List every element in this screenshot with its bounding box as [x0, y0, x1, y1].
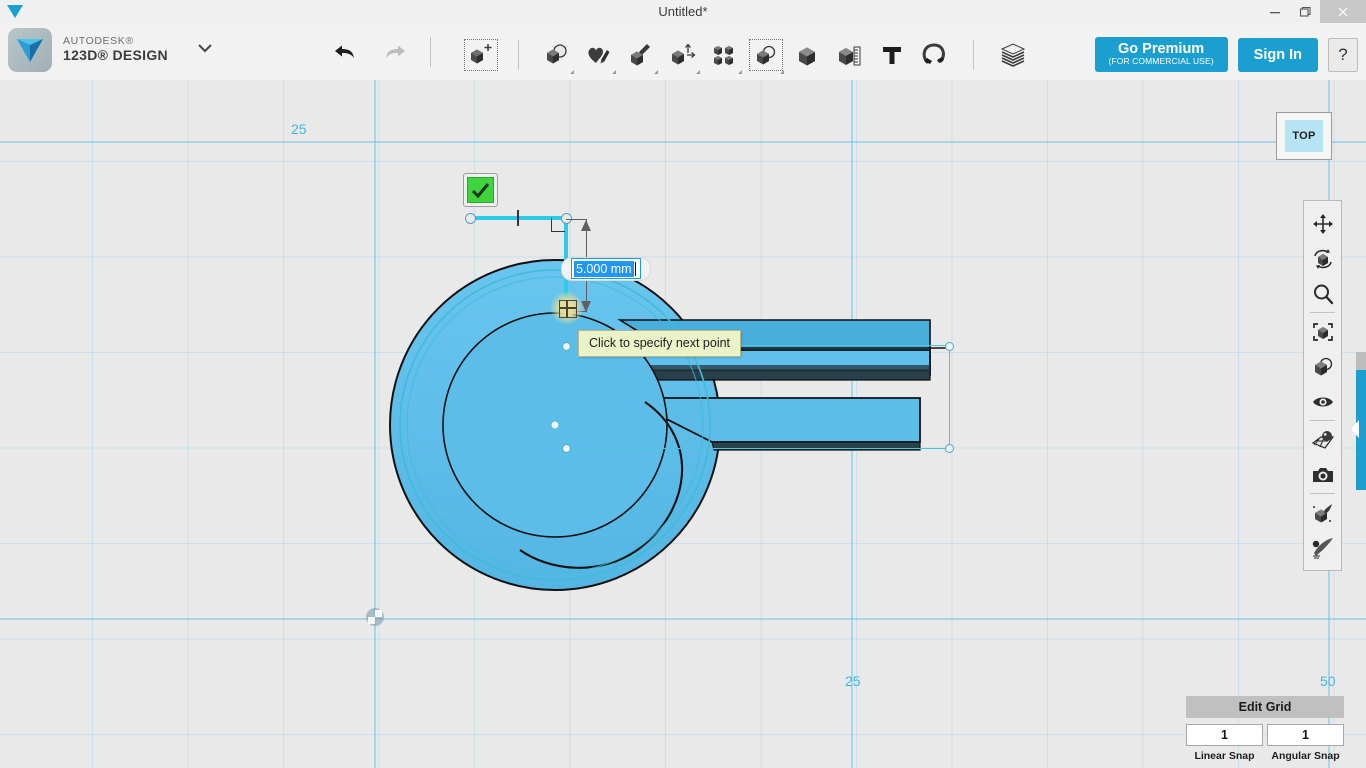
- transform-tool[interactable]: [460, 35, 502, 75]
- resize-handle[interactable]: [945, 342, 954, 351]
- toolbar-divider: [518, 40, 519, 70]
- axis-label: 50: [1320, 673, 1336, 689]
- chevron-down-icon: [612, 70, 616, 74]
- go-premium-sublabel: (FOR COMMERCIAL USE): [1109, 57, 1214, 66]
- sketch-tool[interactable]: [577, 35, 619, 75]
- angular-snap-label: Angular Snap: [1267, 750, 1344, 762]
- confirm-sketch-button[interactable]: [463, 173, 498, 207]
- measure-tool[interactable]: [829, 35, 871, 75]
- axis-label: 25: [845, 673, 861, 689]
- chevron-down-icon: [654, 70, 658, 74]
- maximize-button[interactable]: [1290, 0, 1320, 23]
- brand-area[interactable]: AUTODESK® 123D® DESIGN: [8, 28, 214, 72]
- edit-grid-title[interactable]: Edit Grid: [1186, 696, 1344, 718]
- app-toolbar: AUTODESK® 123D® DESIGN: [0, 23, 1366, 81]
- brand-text: AUTODESK® 123D® DESIGN: [63, 36, 168, 63]
- history-buttons: [330, 37, 431, 67]
- toolbar-divider: [430, 37, 431, 67]
- main-tool-group: [460, 35, 1034, 75]
- chevron-down-icon: [738, 70, 742, 74]
- viewport-canvas[interactable]: 25 25 50: [0, 80, 1366, 768]
- edit-grid-fields: 1 Linear Snap 1 Angular Snap: [1186, 724, 1344, 762]
- navigation-rail: [1303, 200, 1342, 571]
- grid-snap-icon: [559, 300, 577, 318]
- construct-tool[interactable]: [619, 35, 661, 75]
- account-buttons: Go Premium (FOR COMMERCIAL USE) Sign In …: [1095, 37, 1358, 72]
- autodesk-logo-icon: [8, 28, 52, 72]
- text-caret: [635, 262, 637, 276]
- linear-snap-input[interactable]: 1: [1186, 724, 1263, 746]
- tooltip: Click to specify next point: [578, 330, 741, 357]
- angular-snap-input[interactable]: 1: [1267, 724, 1344, 746]
- grouping-tool[interactable]: [745, 35, 787, 75]
- rail-divider: [1310, 312, 1335, 313]
- title-bar: Untitled*: [0, 0, 1366, 24]
- modify-tool[interactable]: [661, 35, 703, 75]
- panel-tab-cap: [1356, 352, 1366, 370]
- resize-handle[interactable]: [562, 444, 571, 453]
- dimension-input[interactable]: 5.000 mm: [571, 258, 641, 279]
- angular-snap-group: 1 Angular Snap: [1267, 724, 1344, 762]
- view-cube-label[interactable]: TOP: [1285, 120, 1323, 152]
- resize-handle[interactable]: [945, 444, 954, 453]
- four-way-arrow-icon[interactable]: [1306, 206, 1339, 241]
- sign-in-button[interactable]: Sign In: [1238, 38, 1318, 72]
- combine-tool[interactable]: [787, 35, 829, 75]
- chevron-down-icon[interactable]: [196, 41, 214, 59]
- rail-divider: [1310, 493, 1335, 494]
- selection-bounding-box[interactable]: [565, 345, 950, 449]
- go-premium-label: Go Premium: [1109, 42, 1214, 57]
- pattern-tool[interactable]: [703, 35, 745, 75]
- app-window: Untitled* AUTODESK® 123D® DESIGN: [0, 0, 1366, 768]
- check-icon: [467, 177, 494, 203]
- window-title: Untitled*: [0, 0, 1366, 23]
- dimension-value[interactable]: 5.000 mm: [574, 261, 634, 277]
- chevron-left-icon: [1351, 420, 1359, 438]
- resize-handle[interactable]: [562, 342, 571, 351]
- edit-grid-panel: Edit Grid 1 Linear Snap 1 Angular Snap: [1186, 696, 1344, 762]
- magnifier-icon[interactable]: [1306, 276, 1339, 311]
- materials-tool[interactable]: [992, 35, 1034, 75]
- constraint-tick-icon: [517, 210, 519, 226]
- perpendicular-constraint-icon: [551, 218, 565, 232]
- chevron-down-icon: [696, 70, 700, 74]
- chevron-down-icon: [570, 70, 574, 74]
- linear-snap-group: 1 Linear Snap: [1186, 724, 1263, 762]
- toolbar-divider: [973, 40, 974, 70]
- linear-snap-label: Linear Snap: [1186, 750, 1263, 762]
- cube-drop-icon[interactable]: [1306, 495, 1339, 530]
- cube-brackets-icon[interactable]: [1306, 314, 1339, 349]
- cube-circle-icon[interactable]: [1306, 349, 1339, 384]
- view-cube[interactable]: TOP: [1276, 112, 1332, 160]
- minimize-button[interactable]: [1260, 0, 1290, 23]
- sketch-point[interactable]: [465, 213, 476, 224]
- rail-divider: [1310, 420, 1335, 421]
- redo-arrow-icon[interactable]: [380, 37, 410, 67]
- go-premium-button[interactable]: Go Premium (FOR COMMERCIAL USE): [1095, 37, 1228, 72]
- sparkle-icon[interactable]: [1306, 530, 1339, 565]
- dimension-arrow-up-icon: [581, 220, 591, 231]
- help-button[interactable]: ?: [1328, 38, 1358, 72]
- close-button[interactable]: [1320, 0, 1366, 23]
- camera-icon[interactable]: [1306, 457, 1339, 492]
- chevron-down-icon: [780, 70, 784, 74]
- undo-arrow-icon[interactable]: [330, 37, 360, 67]
- side-panel-toggle[interactable]: [1356, 370, 1366, 490]
- text-tool[interactable]: [871, 35, 913, 75]
- cube-rotate-icon[interactable]: [1306, 241, 1339, 276]
- snap-tool[interactable]: [913, 35, 955, 75]
- primitives-tool[interactable]: [535, 35, 577, 75]
- brand-line-2: 123D® DESIGN: [63, 48, 168, 64]
- eye-icon[interactable]: [1306, 384, 1339, 419]
- grid-sphere-icon[interactable]: [1306, 422, 1339, 457]
